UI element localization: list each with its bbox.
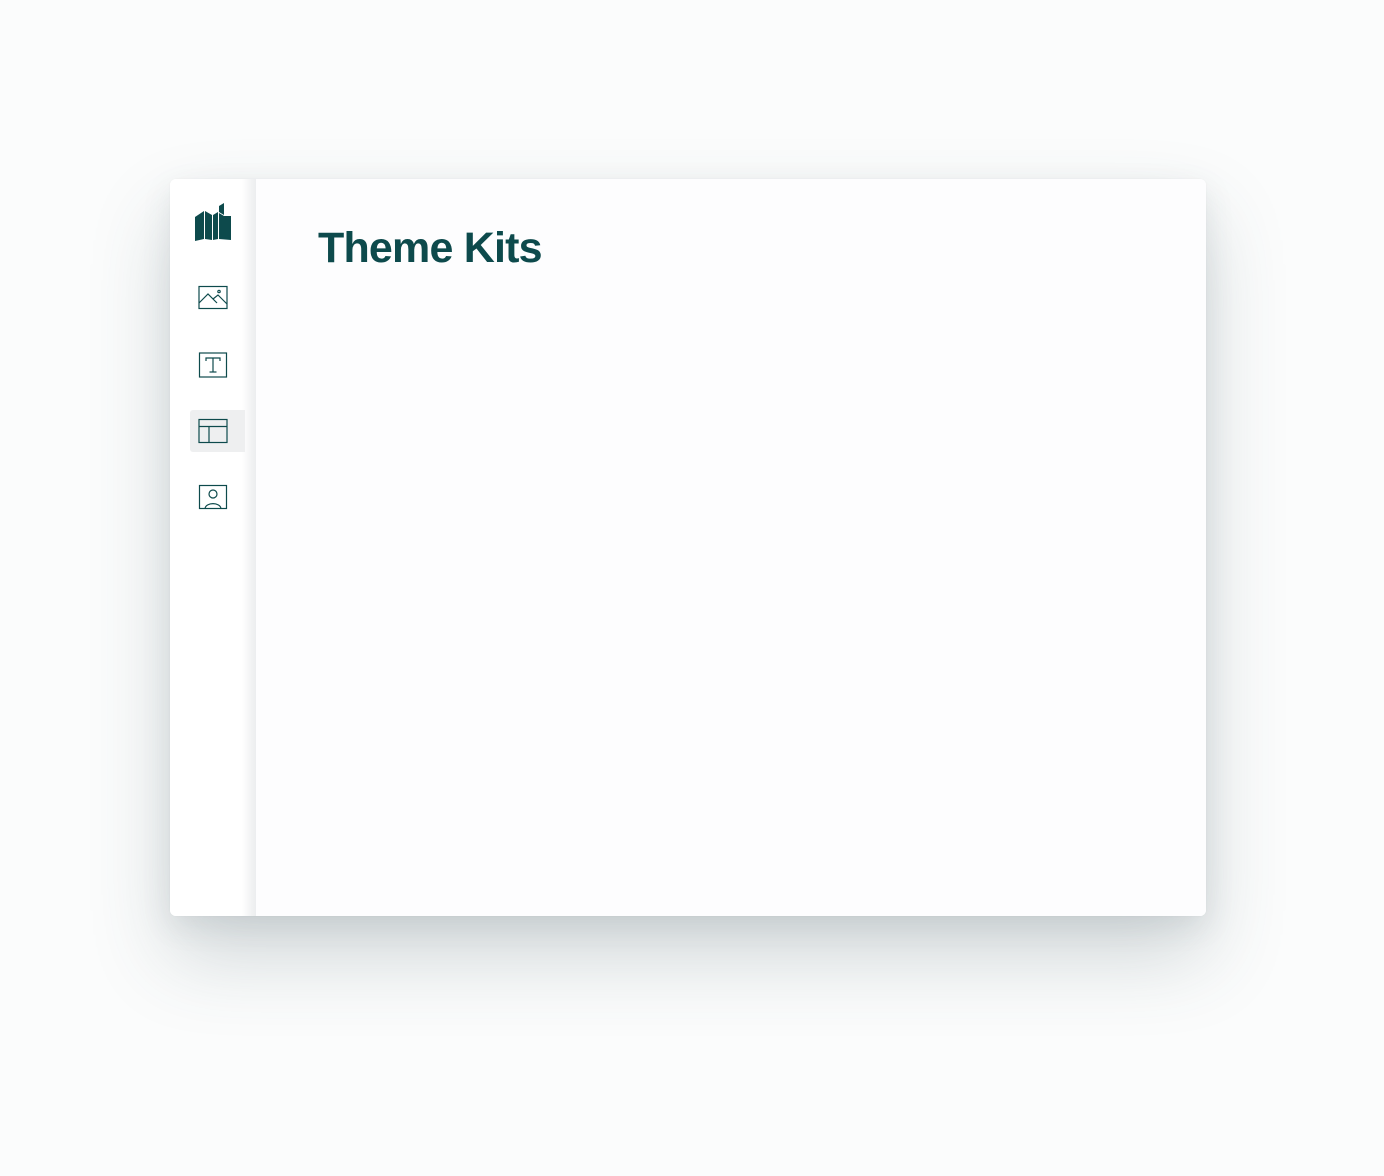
- image-icon: [198, 285, 228, 311]
- sidebar-item-layouts[interactable]: [190, 410, 245, 452]
- sidebar: [170, 179, 256, 916]
- sidebar-item-images[interactable]: [190, 277, 245, 319]
- user-card-icon: [198, 484, 228, 510]
- sidebar-item-profiles[interactable]: [190, 476, 245, 518]
- text-icon: [198, 352, 228, 378]
- app-window: Theme Kits: [170, 179, 1206, 916]
- layout-icon: [198, 418, 228, 444]
- book-logo-icon[interactable]: [194, 203, 232, 243]
- page-title: Theme Kits: [318, 224, 543, 272]
- main-content: Theme Kits: [256, 179, 1206, 916]
- sidebar-item-text[interactable]: [190, 344, 245, 386]
